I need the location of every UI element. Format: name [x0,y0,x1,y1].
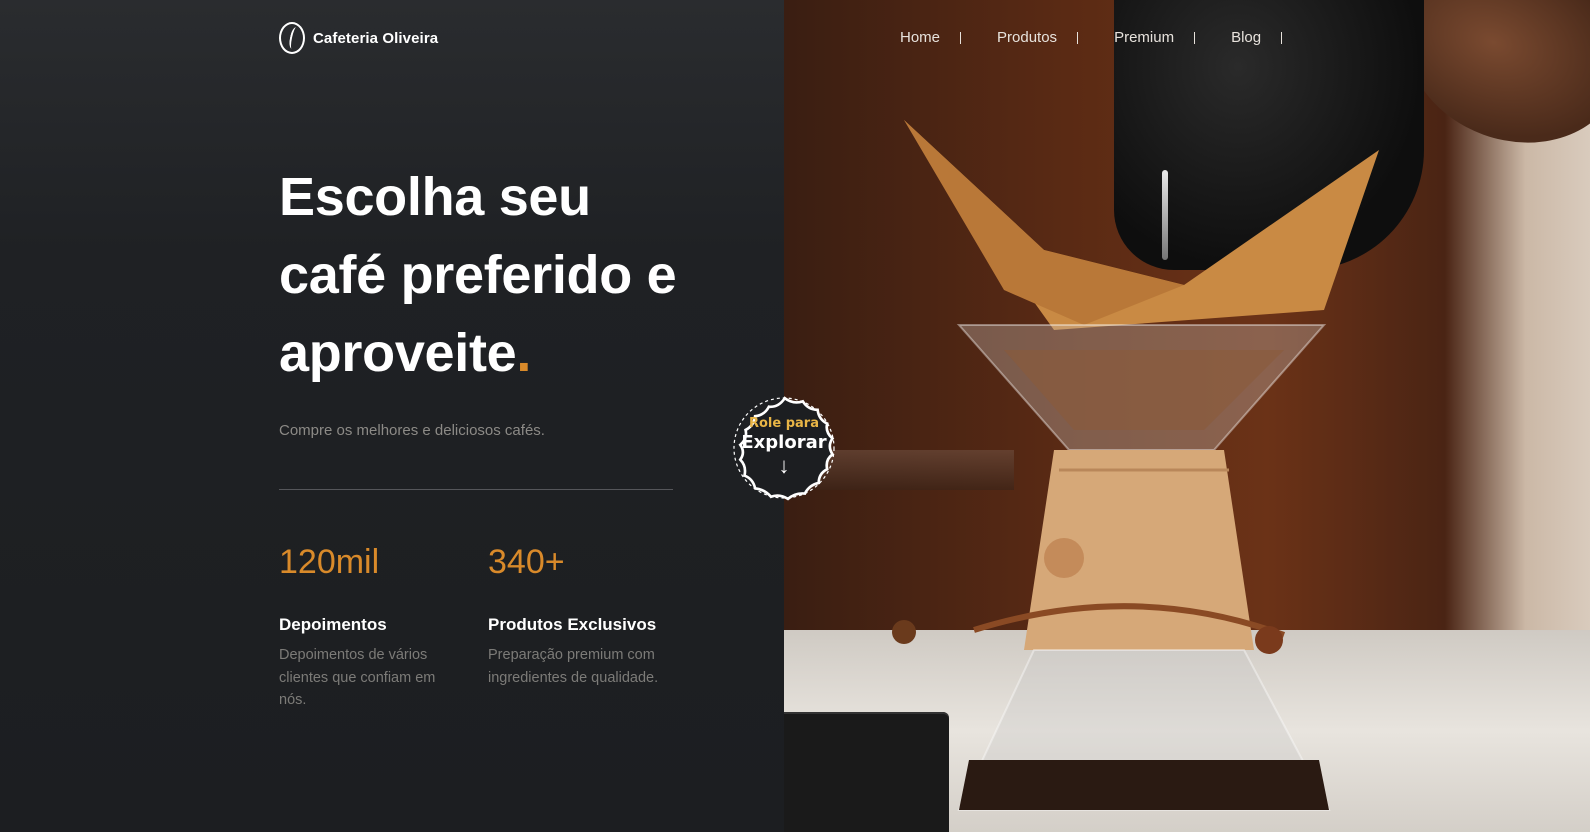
stat-description: Depoimentos de vários clientes que confi… [279,647,436,708]
nav-item-premium[interactable]: Premium [1114,29,1231,46]
stat-title: Depoimentos [279,615,387,634]
brand-name: Cafeteria Oliveira [313,29,439,47]
headline-accent-dot: . [516,323,532,383]
chemex-illustration [892,120,1379,811]
stat-value: 340+ [488,543,565,581]
stat-depoimentos: 120mil Depoimentos Depoimentos de vários… [279,540,479,712]
nav-item-produtos[interactable]: Produtos [997,29,1114,46]
nav-label: Blog [1231,29,1262,46]
hero-divider [279,489,673,490]
scroll-explore-badge[interactable]: Role para Explorar ↓ [721,385,847,511]
nav-label: Home [900,29,941,46]
badge-small-label: Role para [748,416,819,431]
nav-separator [1077,31,1079,44]
stat-description: Preparação premium com ingredientes de q… [488,647,659,686]
nav-separator [1194,31,1196,44]
headline-line-2: café preferido e [279,245,677,305]
nav-item-blog[interactable]: Blog [1231,29,1318,46]
stat-title: Produtos Exclusivos [488,615,657,634]
badge-big-label: Explorar [741,432,827,453]
nav-item-home[interactable]: Home [900,29,997,46]
hero-subtitle: Compre os melhores e deliciosos cafés. [279,422,545,439]
main-nav: Home Produtos Premium Blog [900,29,1318,46]
stat-produtos: 340+ Produtos Exclusivos Preparação prem… [488,540,688,689]
hero-image-coffee [784,0,1590,832]
hero-headline: Escolha seu café preferido e aproveite. [279,158,739,392]
headline-line-1: Escolha seu [279,167,591,227]
nav-separator [1281,31,1283,44]
nav-separator [960,31,962,44]
nav-label: Premium [1114,29,1175,46]
nav-label: Produtos [997,29,1058,46]
stat-value: 120mil [279,543,380,581]
arrow-down-icon: ↓ [778,453,790,478]
headline-line-3: aproveite [279,323,517,383]
brand-logo-link[interactable]: Cafeteria Oliveira [279,22,438,54]
coffee-bean-icon [279,22,305,54]
badge-text: Role para Explorar ↓ [721,416,847,479]
